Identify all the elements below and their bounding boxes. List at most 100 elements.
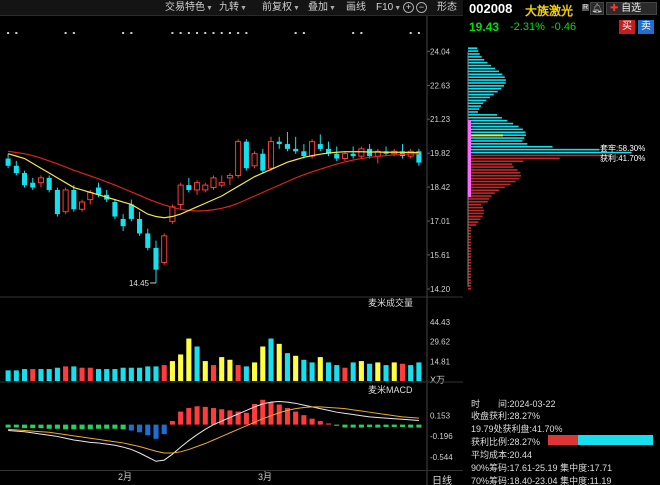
macd-bar	[375, 424, 381, 428]
month-label: 2月	[118, 472, 132, 482]
macd-bar	[137, 424, 143, 433]
chip-bar	[468, 177, 520, 180]
chip-profit-label: 获利:41.70%	[600, 153, 645, 163]
chip-bar	[468, 90, 498, 93]
chip-bar	[468, 206, 484, 209]
adjust-menu[interactable]: 前复权▼	[262, 1, 300, 15]
candle-body	[161, 235, 168, 263]
candle-body	[79, 201, 86, 210]
chip-bar	[468, 131, 526, 134]
volume-bar	[252, 362, 258, 381]
macd-bar	[194, 406, 200, 425]
candle-body	[13, 165, 19, 174]
nine-turn-menu[interactable]: 九转▼	[219, 1, 247, 15]
volume-bar	[46, 369, 52, 381]
volume-bar	[202, 361, 208, 381]
zoom-in-button[interactable]: +	[403, 2, 414, 13]
volume-bar	[38, 369, 44, 381]
macd-bar	[202, 406, 208, 425]
add-watchlist-button[interactable]: ✚ 自选	[606, 2, 657, 15]
pattern-button[interactable]: 形态	[437, 1, 457, 15]
macd-bar	[38, 424, 44, 429]
volume-bar	[104, 369, 110, 381]
profit-at-price: 19.79处获利盘:41.70%	[471, 424, 563, 434]
chip-bar	[468, 76, 505, 78]
chip-bar	[468, 154, 612, 157]
chip-bar	[468, 189, 500, 192]
highlight-bar	[471, 134, 503, 137]
candle-body	[260, 153, 266, 171]
volume-bar	[161, 365, 167, 381]
signal-dot	[245, 32, 248, 34]
macd-bar	[325, 423, 332, 425]
volume-bar	[309, 362, 315, 381]
chip-bar	[468, 73, 503, 76]
volume-tick-label: 14.81	[430, 357, 451, 366]
price-tick-label: 17.01	[430, 217, 451, 226]
macd-bar	[46, 424, 52, 429]
profit-ratio-bar	[548, 435, 653, 445]
chip-bar	[468, 58, 485, 61]
candle-body	[350, 153, 356, 157]
candle-body	[30, 182, 36, 188]
feature-menu[interactable]: 交易特色▼	[165, 1, 213, 15]
chip-bar	[468, 163, 513, 165]
zoom-out-button[interactable]: −	[416, 2, 427, 13]
macd-bar	[334, 424, 340, 426]
price-tick-label: 19.82	[430, 149, 451, 158]
volume-bar	[399, 363, 406, 381]
candle-body	[37, 177, 45, 184]
macd-bar	[276, 404, 282, 425]
chip-bar	[468, 128, 523, 131]
volume-bar	[243, 366, 249, 381]
bell-icon[interactable]: 🔔︎	[590, 2, 604, 15]
macd-bar	[301, 415, 307, 425]
sell-button[interactable]: 卖	[638, 20, 654, 34]
volume-bar	[276, 343, 282, 381]
candle-body	[210, 177, 217, 189]
candle-body	[218, 182, 225, 186]
chip-distribution-chart: 套牢:58.30%获利:41.70%	[467, 47, 645, 290]
avg-cost-marker	[468, 119, 471, 198]
macd-bar	[342, 424, 348, 428]
chip-bar	[468, 87, 502, 90]
chip-bar	[468, 102, 484, 105]
volume-bar	[293, 355, 299, 381]
signal-dot	[417, 32, 420, 34]
stock-badge: R	[582, 4, 590, 11]
macd-bar	[79, 424, 85, 430]
price-tick-label: 15.61	[430, 251, 451, 260]
volume-bar	[5, 370, 11, 381]
candle-body	[54, 189, 60, 215]
volume-bar	[260, 346, 266, 381]
kline-chart[interactable]: 24.04 22.63 21.23 19.82 18.42 17.01 15.61 14.20…	[0, 16, 463, 485]
f10-menu[interactable]: F10▼	[376, 1, 401, 15]
macd-bar	[153, 424, 159, 439]
macd-bar	[128, 424, 134, 431]
chevron-down-icon: ▼	[240, 5, 247, 12]
chevron-down-icon: ▼	[206, 5, 213, 12]
macd-bar	[87, 424, 93, 430]
chip-bar	[468, 218, 481, 221]
chip-bar	[468, 145, 553, 148]
volume-bar	[120, 367, 126, 381]
price-tick-label: 21.23	[430, 115, 451, 124]
month-label: 3月	[258, 472, 272, 482]
macd-bar	[391, 424, 397, 427]
macd-bar	[145, 424, 151, 436]
signal-dot	[122, 32, 125, 34]
buy-button[interactable]: 买	[619, 20, 635, 34]
candle-body	[112, 202, 118, 217]
chip-bar	[468, 192, 495, 194]
volume-bar	[30, 369, 36, 381]
draw-line-button[interactable]: 画线	[346, 1, 366, 15]
price-tick-label: 18.42	[430, 183, 451, 192]
macd-bar	[416, 424, 422, 428]
macd-bar	[21, 424, 28, 429]
macd-tick-label: -0.544	[430, 453, 453, 462]
overlay-menu[interactable]: 叠加▼	[308, 1, 336, 15]
volume-bar	[334, 365, 340, 381]
macd-bar	[178, 411, 184, 425]
period-daily-button[interactable]: 日线	[432, 472, 452, 485]
chip-bar	[468, 99, 487, 102]
